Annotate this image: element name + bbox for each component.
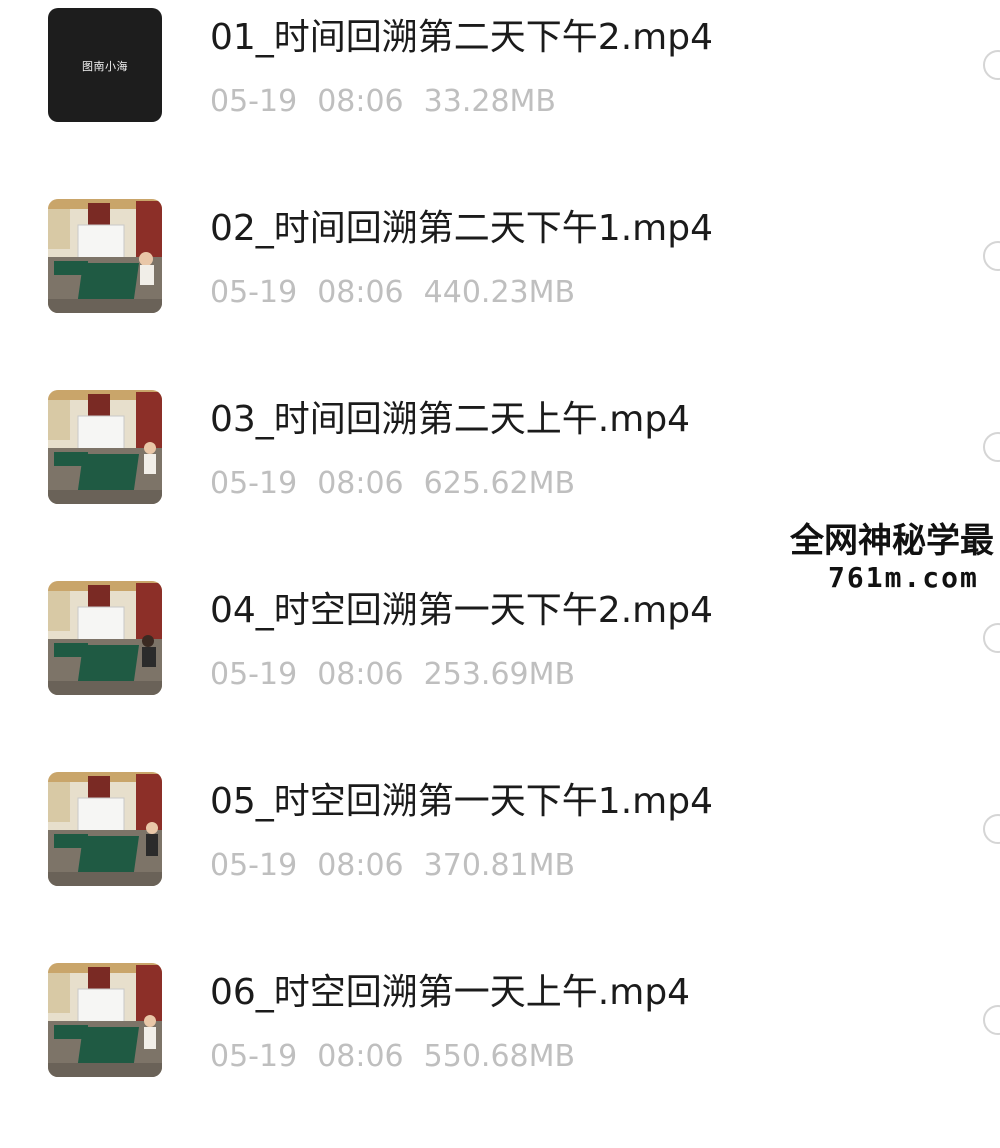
thumbnail-logo-text: 图南小海 [82, 60, 128, 73]
classroom-photo-icon [48, 199, 162, 313]
file-date: 05-19 [210, 275, 298, 310]
file-name: 05_时空回溯第一天下午1.mp4 [210, 781, 713, 822]
file-meta: 05-19 08:06 253.69MB [210, 657, 595, 693]
file-date: 05-19 [210, 466, 298, 501]
file-row[interactable]: 02_时间回溯第二天下午1.mp4 05-19 08:06 440.23MB [0, 191, 1000, 381]
file-row[interactable]: 图南小海 01_时间回溯第二天下午2.mp4 05-19 08:06 33.28MB [0, 0, 1000, 190]
file-date: 05-19 [210, 84, 298, 119]
video-thumbnail [48, 772, 162, 886]
select-checkbox[interactable] [983, 814, 1000, 844]
watermark-title: 全网神秘学最 [790, 521, 994, 561]
file-name: 01_时间回溯第二天下午2.mp4 [210, 17, 713, 58]
file-row[interactable]: 05_时空回溯第一天下午1.mp4 05-19 08:06 370.81MB [0, 764, 1000, 954]
select-checkbox[interactable] [983, 50, 1000, 80]
select-checkbox[interactable] [983, 432, 1000, 462]
file-date: 05-19 [210, 657, 298, 692]
file-time: 08:06 [317, 466, 404, 501]
watermark-url: 761m.com [828, 561, 979, 594]
video-thumbnail [48, 390, 162, 504]
file-time: 08:06 [317, 84, 404, 119]
file-size: 370.81MB [423, 848, 576, 883]
classroom-photo-icon [48, 581, 162, 695]
select-checkbox[interactable] [983, 241, 1000, 271]
file-name: 06_时空回溯第一天上午.mp4 [210, 972, 691, 1013]
file-size: 33.28MB [423, 84, 557, 119]
file-date: 05-19 [210, 1039, 298, 1074]
video-thumbnail [48, 963, 162, 1077]
watermark: 全网神秘学最 761m.com [782, 505, 1000, 601]
file-name: 04_时空回溯第一天下午2.mp4 [210, 590, 713, 631]
video-thumbnail [48, 581, 162, 695]
classroom-photo-icon [48, 772, 162, 886]
file-time: 08:06 [317, 848, 404, 883]
file-size: 253.69MB [423, 657, 576, 692]
file-meta: 05-19 08:06 550.68MB [210, 1039, 595, 1075]
file-time: 08:06 [317, 275, 404, 310]
file-date: 05-19 [210, 848, 298, 883]
file-size: 625.62MB [423, 466, 576, 501]
classroom-photo-icon [48, 963, 162, 1077]
video-thumbnail: 图南小海 [48, 8, 162, 122]
file-name: 02_时间回溯第二天下午1.mp4 [210, 208, 713, 249]
file-time: 08:06 [317, 657, 404, 692]
file-size: 440.23MB [423, 275, 576, 310]
select-checkbox[interactable] [983, 623, 1000, 653]
select-checkbox[interactable] [983, 1005, 1000, 1035]
video-thumbnail [48, 199, 162, 313]
file-row[interactable]: 04_时空回溯第一天下午2.mp4 05-19 08:06 253.69MB [0, 573, 1000, 763]
file-meta: 05-19 08:06 625.62MB [210, 466, 595, 502]
classroom-photo-icon [48, 390, 162, 504]
file-time: 08:06 [317, 1039, 404, 1074]
file-meta: 05-19 08:06 440.23MB [210, 275, 595, 311]
file-meta: 05-19 08:06 370.81MB [210, 848, 595, 884]
file-name: 03_时间回溯第二天上午.mp4 [210, 399, 691, 440]
file-row[interactable]: 06_时空回溯第一天上午.mp4 05-19 08:06 550.68MB [0, 955, 1000, 1145]
file-meta: 05-19 08:06 33.28MB [210, 84, 576, 120]
file-size: 550.68MB [423, 1039, 576, 1074]
